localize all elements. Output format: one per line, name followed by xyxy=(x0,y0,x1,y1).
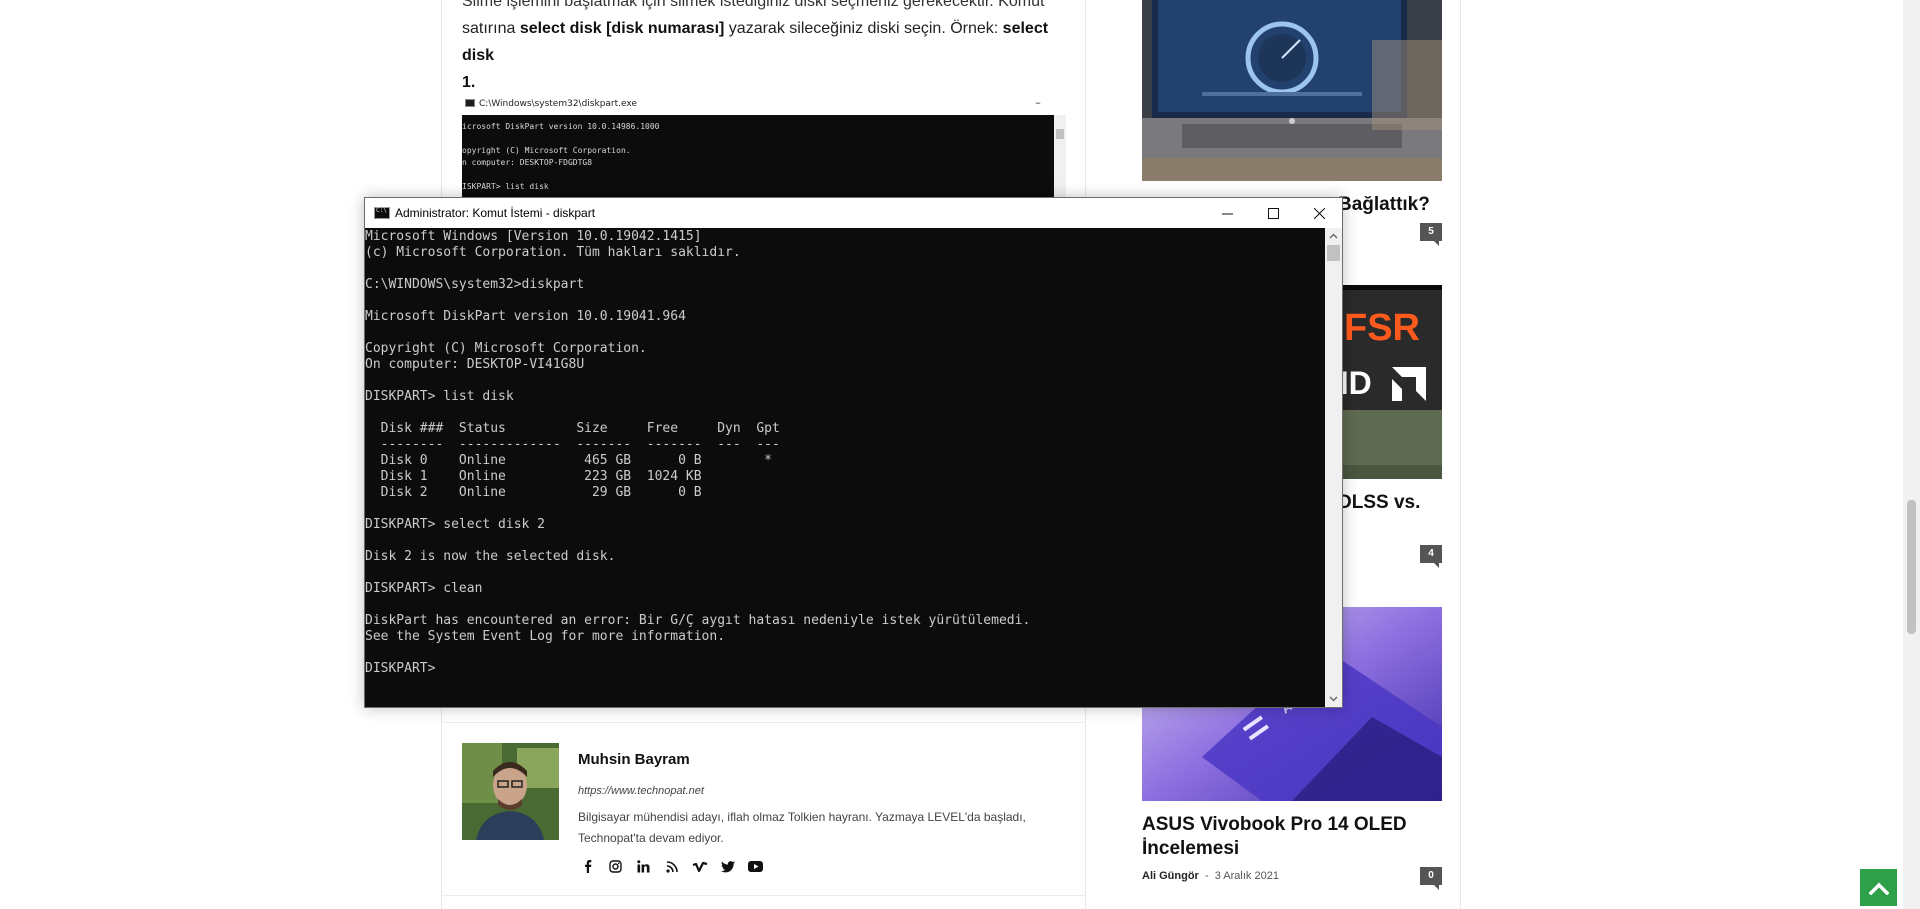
web-page: Silme işlemini başlatmak için silmek ist… xyxy=(0,0,1920,909)
console-line: Copyright (C) Microsoft Corporation. xyxy=(365,341,647,356)
author-url[interactable]: https://www.technopat.net xyxy=(578,785,704,797)
author-bio: Bilgisayar mühendisi adayı, iflah olmaz … xyxy=(578,810,1026,845)
console-line: DISKPART> xyxy=(365,661,436,676)
minimize-icon xyxy=(1221,213,1233,214)
rss-icon[interactable] xyxy=(662,857,681,876)
console-line: Disk ### Status Size Free Dyn Gpt xyxy=(365,421,780,436)
divider xyxy=(442,895,1085,896)
article-paragraph: Silme işlemini başlatmak için silmek ist… xyxy=(462,0,1062,96)
embedded-console: icrosoft DiskPart version 10.0.14986.100… xyxy=(462,115,1054,203)
console-line: C:\WINDOWS\system32>diskpart xyxy=(365,277,585,292)
window-title: Administrator: Komut İstemi - diskpart xyxy=(395,206,596,220)
comment-count-badge[interactable]: 0 xyxy=(1420,867,1442,890)
scroll-down-arrow[interactable] xyxy=(1325,691,1342,707)
chevron-up-icon xyxy=(1868,882,1889,895)
console-line: DISKPART> select disk 2 xyxy=(365,517,546,532)
console-line: Microsoft DiskPart version 10.0.19041.96… xyxy=(365,309,686,324)
instagram-icon[interactable] xyxy=(606,857,625,876)
post-meta: Ali Güngör - 3 Aralık 2021 xyxy=(1142,870,1279,882)
console-icon xyxy=(374,207,390,219)
window-titlebar[interactable]: Administrator: Komut İstemi - diskpart xyxy=(365,198,1342,228)
article-screenshot: C:\Windows\system32\diskpart.exe – icros… xyxy=(462,93,1066,203)
paragraph-line: 1. xyxy=(462,74,476,91)
meta-separator: - xyxy=(1201,870,1215,882)
chevron-up-icon xyxy=(1329,233,1338,239)
avatar[interactable] xyxy=(462,743,559,840)
post-title[interactable]: ASUS Vivobook Pro 14 OLED İncelemesi xyxy=(1142,813,1442,861)
scrollbar-thumb[interactable] xyxy=(1907,500,1916,634)
back-to-top-button[interactable] xyxy=(1860,869,1897,906)
console-line: -------- ------------- ------- ------- -… xyxy=(365,437,780,452)
comment-count-badge[interactable]: 4 xyxy=(1420,545,1442,568)
console-line: Disk 0 Online 465 GB 0 B * xyxy=(365,453,772,468)
author-name[interactable]: Muhsin Bayram xyxy=(578,751,690,768)
facebook-icon[interactable] xyxy=(578,857,597,876)
command-prompt-window[interactable]: Administrator: Komut İstemi - diskpart M… xyxy=(364,197,1343,708)
console-line: Disk 2 is now the selected disk. xyxy=(365,549,616,564)
embedded-titlebar: C:\Windows\system32\diskpart.exe – xyxy=(462,93,1066,115)
console-line: DiskPart has encountered an error: Bir G… xyxy=(365,613,1031,628)
post-title[interactable]: DLSS vs. xyxy=(1338,491,1448,515)
console-line: DISKPART> list disk xyxy=(365,389,514,404)
author-box: Muhsin Bayram https://www.technopat.net … xyxy=(442,722,1085,892)
console-line: (c) Microsoft Corporation. Tüm hakları s… xyxy=(365,245,741,260)
console-line: Disk 2 Online 29 GB 0 B xyxy=(365,485,702,500)
linkedin-icon[interactable] xyxy=(634,857,653,876)
minimize-icon: – xyxy=(1035,96,1041,109)
maximize-icon xyxy=(1267,207,1279,219)
console-line: On computer: DESKTOP-VI41G8U xyxy=(365,357,585,372)
social-links xyxy=(578,857,765,876)
console-line: DISKPART> clean xyxy=(365,581,483,596)
chevron-down-icon xyxy=(1329,696,1338,702)
post-date: 3 Aralık 2021 xyxy=(1214,870,1279,882)
scroll-up-arrow[interactable] xyxy=(1325,228,1342,244)
vimeo-icon[interactable] xyxy=(690,857,709,876)
image-text: FSR xyxy=(1344,307,1420,349)
scrollbar-thumb[interactable] xyxy=(1327,245,1340,261)
youtube-icon[interactable] xyxy=(746,857,765,876)
post-thumbnail[interactable] xyxy=(1142,0,1442,181)
page-scrollbar[interactable] xyxy=(1903,0,1920,909)
comment-count-badge[interactable]: 5 xyxy=(1420,223,1442,246)
embedded-scrollbar xyxy=(1054,115,1066,203)
console-line: Disk 1 Online 223 GB 1024 KB xyxy=(365,469,702,484)
console-line: Microsoft Windows [Version 10.0.19042.14… xyxy=(365,229,702,244)
console-scrollbar[interactable] xyxy=(1325,228,1342,707)
maximize-button[interactable] xyxy=(1250,198,1296,228)
minimize-button[interactable] xyxy=(1204,198,1250,228)
paragraph-line: satırına select disk [disk numarası] yaz… xyxy=(462,20,1049,64)
post-title[interactable]: Bağlattık? xyxy=(1338,193,1448,217)
post-author[interactable]: Ali Güngör xyxy=(1142,870,1199,882)
twitter-icon[interactable] xyxy=(718,857,737,876)
console-icon xyxy=(465,99,475,107)
console-output[interactable]: Microsoft Windows [Version 10.0.19042.14… xyxy=(365,228,1325,707)
console-line: See the System Event Log for more inform… xyxy=(365,629,726,644)
close-icon xyxy=(1313,207,1325,219)
paragraph-line: Silme işlemini başlatmak için silmek ist… xyxy=(462,0,1045,10)
close-button[interactable] xyxy=(1296,198,1342,228)
embedded-title: C:\Windows\system32\diskpart.exe xyxy=(479,99,637,109)
divider xyxy=(1460,0,1461,909)
